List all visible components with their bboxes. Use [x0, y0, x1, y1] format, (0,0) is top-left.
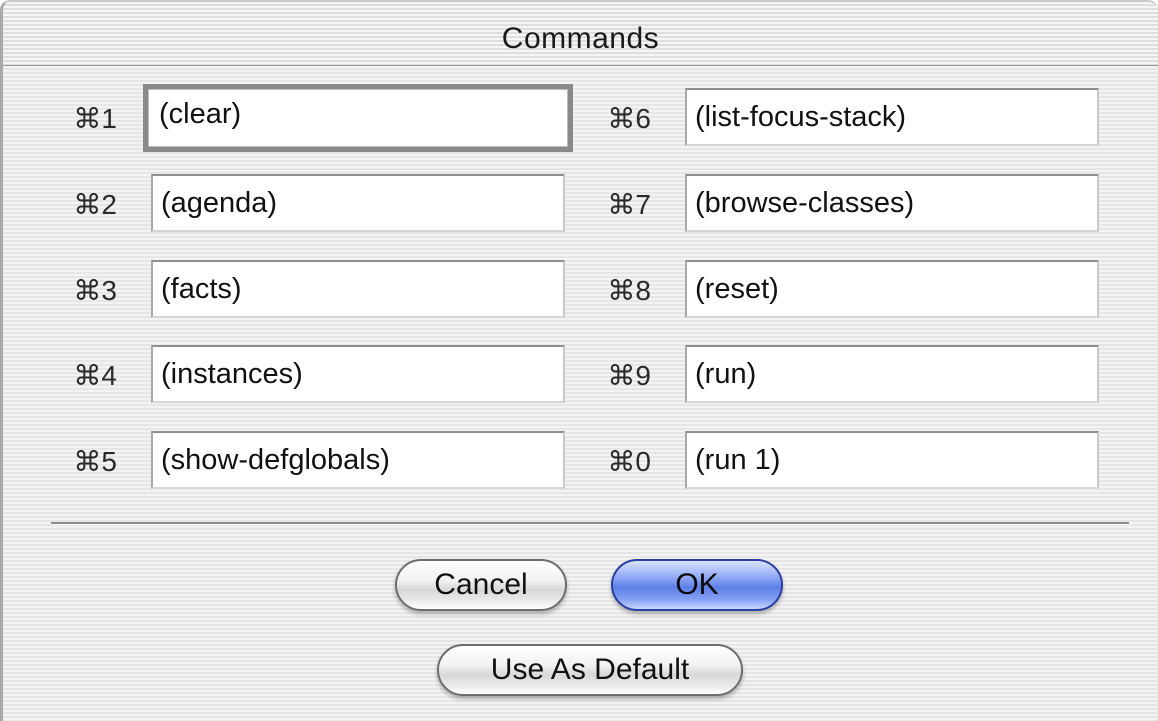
shortcut-label-cmd-1: ⌘1 — [73, 103, 117, 134]
shortcut-label-cmd-6: ⌘6 — [607, 103, 651, 134]
shortcut-label-cmd-5: ⌘5 — [73, 446, 117, 477]
cancel-button[interactable]: Cancel — [395, 559, 567, 611]
command-field-cmd-8[interactable]: (reset) — [685, 260, 1099, 318]
shortcut-label-cmd-9: ⌘9 — [607, 360, 651, 391]
shortcut-label-cmd-7: ⌘7 — [607, 189, 651, 220]
shortcut-label-cmd-4: ⌘4 — [73, 360, 117, 391]
command-field-cmd-2[interactable]: (agenda) — [151, 174, 565, 232]
command-field-cmd-0[interactable]: (run 1) — [685, 431, 1099, 489]
shortcut-label-cmd-0: ⌘0 — [607, 446, 651, 477]
command-field-cmd-6[interactable]: (list-focus-stack) — [685, 88, 1099, 146]
command-field-cmd-3[interactable]: (facts) — [151, 260, 565, 318]
shortcut-label-cmd-2: ⌘2 — [73, 189, 117, 220]
command-field-cmd-1[interactable]: (clear) — [143, 84, 573, 152]
command-field-cmd-5[interactable]: (show-defglobals) — [151, 431, 565, 489]
shortcut-label-cmd-3: ⌘3 — [73, 275, 117, 306]
window-title: Commands — [501, 22, 660, 55]
shortcut-label-cmd-8: ⌘8 — [607, 275, 651, 306]
title-bar[interactable]: Commands — [3, 2, 1158, 66]
command-field-cmd-4[interactable]: (instances) — [151, 345, 565, 403]
separator — [51, 522, 1129, 525]
ok-button[interactable]: OK — [611, 559, 783, 611]
command-field-cmd-9[interactable]: (run) — [685, 345, 1099, 403]
use-as-default-button[interactable]: Use As Default — [437, 644, 743, 696]
command-field-cmd-7[interactable]: (browse-classes) — [685, 174, 1099, 232]
commands-dialog: Commands ⌘1 (clear) ⌘2 (agenda) ⌘3 (fact… — [0, 0, 1158, 721]
